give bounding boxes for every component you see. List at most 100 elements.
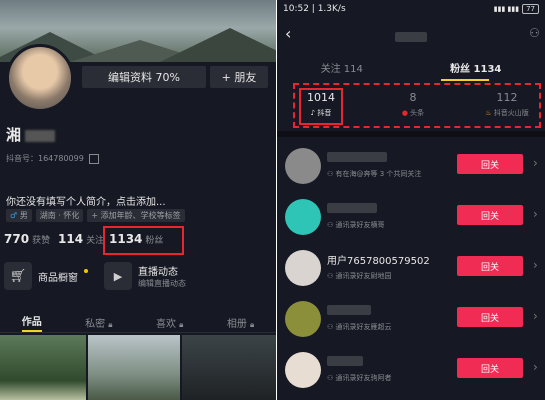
status-time: 10:52 | 1.3K/s xyxy=(283,4,346,14)
bio[interactable]: 你还没有填写个人简介，点击添加... xyxy=(6,193,166,208)
follower-avatar[interactable] xyxy=(285,250,321,286)
tab-fans[interactable]: 粉丝 1134 xyxy=(450,60,501,75)
stat-followers[interactable]: 1134 粉丝 xyxy=(109,232,163,246)
add-friend-button[interactable]: + 朋友 xyxy=(210,66,268,88)
likes-label: 获赞 xyxy=(32,236,51,246)
douyin-count: 1014 xyxy=(307,91,335,104)
notification-dot xyxy=(84,269,88,273)
douyin-label: ♪ 抖音 xyxy=(310,109,332,117)
follow-reason: ⚇ 通讯录好友横哥 xyxy=(327,221,385,229)
toutiao-icon: ● xyxy=(401,109,408,117)
person-icon: ⚇ xyxy=(327,374,334,382)
follower-name xyxy=(327,356,363,366)
tab-album[interactable]: 相册 🔒︎ xyxy=(227,315,254,330)
lock-icon: 🔒︎ xyxy=(250,319,255,329)
stat-following[interactable]: 114 关注 xyxy=(58,232,104,246)
location-tag: 湖南 · 怀化 xyxy=(35,209,84,222)
list-item[interactable]: ⚇ 通讯录好友雁超云 回关 › xyxy=(277,295,545,346)
status-bar: 10:52 | 1.3K/s ▮▮▮ ▮▮▮ 77 xyxy=(277,0,545,18)
douyin-id: 抖音号：164780099 xyxy=(6,153,100,164)
followers-count: 1134 xyxy=(109,232,143,246)
divider xyxy=(277,131,545,137)
tab-works[interactable]: 作品 xyxy=(21,313,42,332)
person-icon: ⚇ xyxy=(327,323,334,331)
tab-likes[interactable]: 喜欢 🔒︎ xyxy=(156,315,183,330)
edit-profile-button[interactable]: 编辑资料 70% xyxy=(82,66,206,88)
toutiao-label: ● 头条 xyxy=(401,109,425,117)
follower-name xyxy=(327,305,371,315)
person-icon: ⚇ xyxy=(327,221,334,229)
video-thumbnail[interactable] xyxy=(88,335,180,400)
follow-back-button[interactable]: 回关 xyxy=(457,307,523,327)
signal-icon: ▮▮▮ ▮▮▮ xyxy=(493,5,520,13)
add-friend-label: + 朋友 xyxy=(221,71,257,84)
list-item[interactable]: 用户7657800579502 ⚇ 通讯录好友尉地园 回关 › xyxy=(277,244,545,295)
back-icon[interactable]: ‹ xyxy=(285,24,291,43)
follow-reason: ⚇ 通讯录好友驹阿者 xyxy=(327,374,392,382)
list-item[interactable]: ⚇ 通讯录好友驹阿者 回关 › xyxy=(277,346,545,400)
follow-tabs: 关注 114 粉丝 1134 xyxy=(277,56,545,78)
status-icons: ▮▮▮ ▮▮▮ 77 xyxy=(494,4,539,14)
follow-back-button[interactable]: 回关 xyxy=(457,154,523,174)
follower-avatar[interactable] xyxy=(285,148,321,184)
likes-count: 770 xyxy=(4,232,30,246)
male-icon: ♂ xyxy=(10,211,18,220)
fans-screen: 10:52 | 1.3K/s ▮▮▮ ▮▮▮ 77 ‹ ⚇ 关注 114 粉丝 … xyxy=(277,0,545,400)
chevron-right-icon[interactable]: › xyxy=(533,207,538,221)
platform-toutiao[interactable]: 8 ● 头条 xyxy=(385,91,441,118)
follower-name xyxy=(327,152,387,162)
follow-back-button[interactable]: 回关 xyxy=(457,256,523,276)
cart-icon: 🛒︎ xyxy=(4,262,32,290)
toutiao-count: 8 xyxy=(409,91,417,104)
avatar[interactable] xyxy=(6,44,74,112)
follower-avatar[interactable] xyxy=(285,352,321,388)
profile-screen: 编辑资料 70% + 朋友 湘 抖音号：164780099 你还没有填写个人简介… xyxy=(0,0,276,400)
qr-code-icon[interactable] xyxy=(89,153,100,164)
platform-huoshan[interactable]: 112 ♨ 抖音火山版 xyxy=(473,91,541,118)
follower-avatar[interactable] xyxy=(285,301,321,337)
add-user-icon[interactable]: ⚇ xyxy=(529,26,540,40)
video-thumbnail[interactable] xyxy=(182,335,276,400)
chevron-right-icon[interactable]: › xyxy=(533,258,538,272)
chevron-right-icon[interactable]: › xyxy=(533,309,538,323)
follow-reason: ⚇ 通讯录好友雁超云 xyxy=(327,323,392,331)
huoshan-label: ♨ 抖音火山版 xyxy=(485,109,529,117)
live-icon: ▶ xyxy=(104,262,132,290)
follow-back-button[interactable]: 回关 xyxy=(457,358,523,378)
lock-icon: 🔒︎ xyxy=(179,319,184,329)
list-item[interactable]: ⚇ 通讯录好友横哥 回关 › xyxy=(277,193,545,244)
blurred-name xyxy=(25,129,56,142)
edit-profile-label: 编辑资料 70% xyxy=(108,71,180,84)
follow-back-button[interactable]: 回关 xyxy=(457,205,523,225)
tab-private[interactable]: 私密 🔒︎ xyxy=(85,315,112,330)
shop-window-entry[interactable]: 🛒︎ 商品橱窗 xyxy=(4,262,88,290)
video-thumbnail[interactable] xyxy=(0,335,86,400)
tab-following[interactable]: 关注 114 xyxy=(321,60,363,75)
follower-list: ⚇ 有在海@奔等 3 个共同关注 回关 › ⚇ 通讯录好友横哥 回关 › 用户7… xyxy=(277,142,545,400)
profile-tags: ♂ 男 湖南 · 怀化 + 添加年龄、学校等标签 xyxy=(6,209,185,222)
follow-reason: ⚇ 有在海@奔等 3 个共同关注 xyxy=(327,170,422,178)
live-dynamics-entry[interactable]: ▶ 直播动态 编辑直播动态 xyxy=(104,262,186,290)
blurred-title xyxy=(395,32,427,42)
list-item[interactable]: ⚇ 有在海@奔等 3 个共同关注 回关 › xyxy=(277,142,545,193)
profile-tabs: 作品 私密 🔒︎ 喜欢 🔒︎ 相册 🔒︎ xyxy=(0,312,276,333)
live-dynamics-subtitle: 编辑直播动态 xyxy=(138,279,186,288)
battery-icon: 77 xyxy=(522,4,539,14)
follower-avatar[interactable] xyxy=(285,199,321,235)
username: 湘 xyxy=(6,124,56,145)
followers-label: 粉丝 xyxy=(145,236,164,246)
stat-likes[interactable]: 770 获赞 xyxy=(4,232,50,246)
chevron-right-icon[interactable]: › xyxy=(533,156,538,170)
following-count: 114 xyxy=(58,232,84,246)
douyin-icon: ♪ xyxy=(310,109,316,117)
following-label: 关注 xyxy=(86,236,105,246)
shop-window-label: 商品橱窗 xyxy=(38,272,78,284)
lock-icon: 🔒︎ xyxy=(108,319,113,329)
chevron-right-icon[interactable]: › xyxy=(533,360,538,374)
live-dynamics-label: 直播动态 xyxy=(138,267,178,278)
huoshan-count: 112 xyxy=(496,91,518,104)
follower-name xyxy=(327,203,377,213)
add-tags-button[interactable]: + 添加年龄、学校等标签 xyxy=(87,209,185,222)
person-icon: ⚇ xyxy=(327,272,334,280)
platform-douyin[interactable]: 1014 ♪ 抖音 xyxy=(299,91,343,118)
